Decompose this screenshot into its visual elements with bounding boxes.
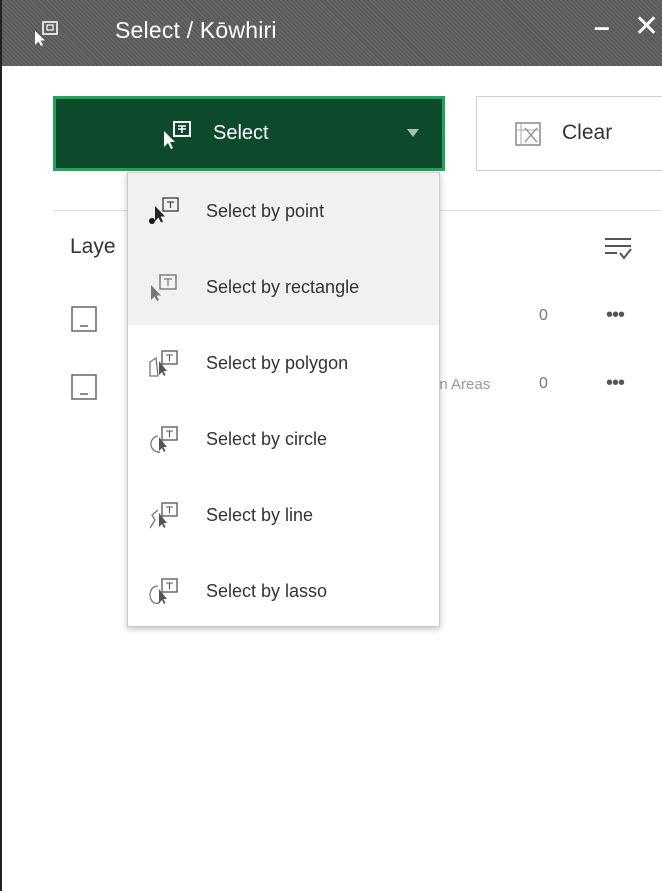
selection-count: 0 [539,375,548,392]
layer-checkbox[interactable] [71,374,97,400]
menu-item-select-by-lasso[interactable]: Select by lasso [128,553,439,629]
selection-count: 0 [539,307,548,324]
more-options-button[interactable]: ••• [606,304,625,327]
select-dropdown-button[interactable]: Select [53,96,445,171]
more-options-button[interactable]: ••• [606,372,625,395]
filter-layers-icon[interactable] [603,233,633,263]
menu-item-select-by-circle[interactable]: Select by circle [128,401,439,477]
menu-item-label: Select by lasso [206,581,328,601]
menu-item-label: Select by line [206,505,314,525]
minimize-button[interactable]: – [594,12,610,42]
select-widget-panel: Select / Kōwhiri – ✕ Select Clear Laye 0 [0,0,662,891]
select-line-icon [149,502,178,529]
clear-button[interactable]: Clear [476,96,662,171]
menu-item-select-by-line[interactable]: Select by line [128,477,439,553]
layers-heading: Laye [70,235,116,258]
select-lasso-icon [149,578,178,605]
close-button[interactable]: ✕ [634,12,659,42]
menu-item-label: Select by polygon [206,353,349,373]
menu-item-label: Select by circle [206,429,328,449]
menu-item-select-by-rectangle[interactable]: Select by rectangle [128,249,439,325]
select-button-label: Select [213,122,269,144]
menu-item-select-by-point[interactable]: Select by point [128,173,439,249]
clear-selection-icon [515,122,541,146]
title-bar: Select / Kōwhiri – ✕ [2,0,662,66]
select-tool-icon [164,121,191,149]
layer-checkbox[interactable] [71,306,97,332]
select-polygon-icon [149,350,178,377]
select-point-icon [149,197,179,224]
window-title: Select / Kōwhiri [115,17,277,43]
menu-item-label: Select by rectangle [206,277,360,297]
select-widget-icon [35,21,58,46]
menu-item-select-by-polygon[interactable]: Select by polygon [128,325,439,401]
menu-item-label: Select by point [206,201,325,221]
select-circle-icon [150,426,178,453]
select-mode-menu: Select by point Select by rectangle Sele… [127,172,440,627]
chevron-down-icon [407,129,419,137]
clear-button-label: Clear [562,121,613,144]
select-rectangle-icon [151,274,177,301]
